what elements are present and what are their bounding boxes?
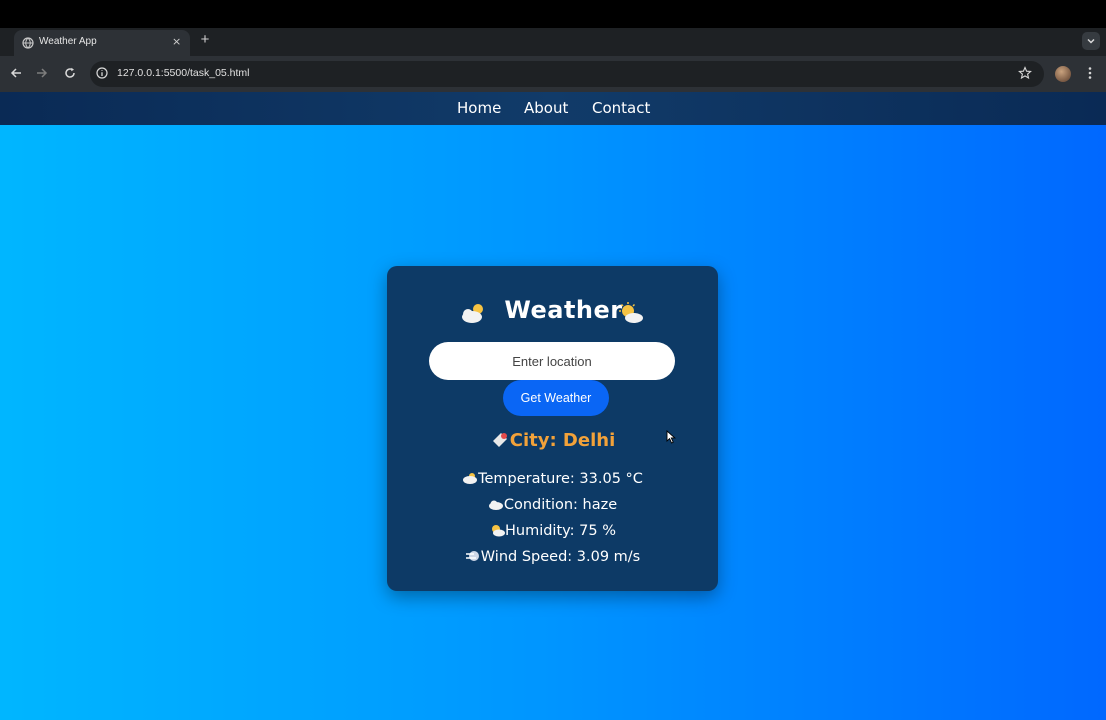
condition-text: Condition: haze <box>503 497 618 513</box>
sun-cloud-icon <box>491 525 505 537</box>
sun-behind-cloud-icon <box>619 302 643 323</box>
humidity-text: Humidity: 75 % <box>504 523 617 539</box>
url-text[interactable]: 127.0.0.1:5500/task_05.html <box>117 67 250 79</box>
browser-tab[interactable]: Weather App × <box>14 30 190 56</box>
tab-close-button[interactable]: × <box>172 35 181 49</box>
back-arrow-icon[interactable] <box>9 66 23 80</box>
tab-title: Weather App <box>39 36 97 47</box>
wind-line: Wind Speed: 3.09 m/s <box>387 549 718 565</box>
nav-link-about[interactable]: About <box>524 99 568 117</box>
cloud-icon <box>488 500 503 510</box>
temperature-text: Temperature: 33.05 °C <box>478 471 643 487</box>
site-navbar: Home About Contact <box>0 92 1106 125</box>
city-text: City: Delhi <box>509 430 616 451</box>
humidity-line: Humidity: 75 % <box>387 523 718 539</box>
tab-search-button[interactable] <box>1082 32 1100 50</box>
location-input[interactable] <box>429 342 675 380</box>
tab-strip: Weather App × <box>0 28 1106 56</box>
condition-line: Condition: haze <box>387 497 718 513</box>
forward-arrow-icon[interactable] <box>35 66 49 80</box>
new-tab-button[interactable]: + <box>197 32 213 48</box>
more-menu-icon[interactable] <box>1086 66 1094 80</box>
cloud-icon <box>463 473 478 484</box>
chevron-down-icon <box>1087 38 1095 44</box>
window-top-bar <box>0 0 1106 28</box>
mouse-cursor-icon <box>666 430 676 444</box>
nav-link-contact[interactable]: Contact <box>592 99 650 117</box>
page-viewport: Home About Contact Weather Get Weather C… <box>0 92 1106 720</box>
wind-icon <box>465 551 479 561</box>
pin-icon <box>492 433 507 447</box>
temperature-line: Temperature: 33.05 °C <box>387 471 718 487</box>
nav-link-home[interactable]: Home <box>457 99 501 117</box>
site-info-icon[interactable] <box>96 67 108 79</box>
wind-text: Wind Speed: 3.09 m/s <box>480 549 641 565</box>
card-title: Weather <box>504 296 623 324</box>
reload-icon[interactable] <box>63 66 77 80</box>
weather-card: Weather Get Weather City: Delhi Temperat… <box>387 266 718 591</box>
get-weather-button[interactable]: Get Weather <box>503 380 609 416</box>
globe-icon <box>22 37 34 49</box>
bookmark-star-icon[interactable] <box>1018 66 1032 80</box>
profile-avatar[interactable] <box>1055 66 1071 82</box>
